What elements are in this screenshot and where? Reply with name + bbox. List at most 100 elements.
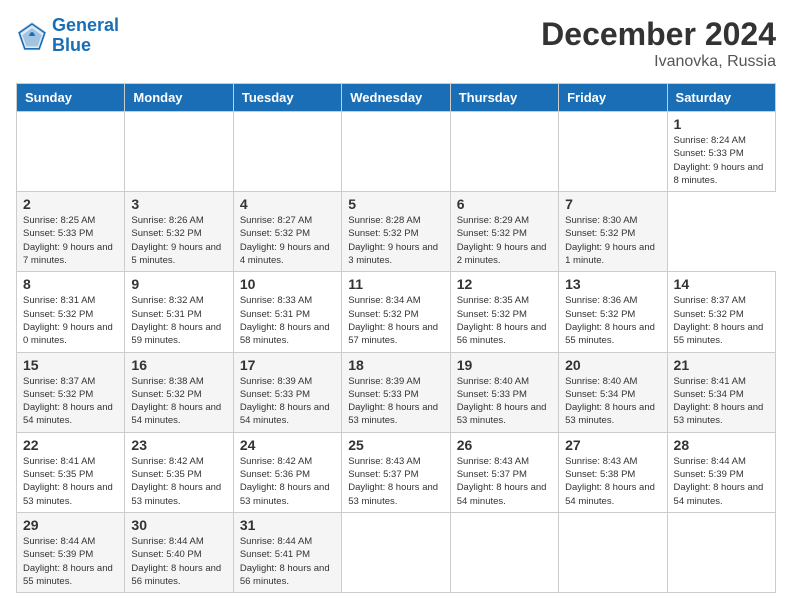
day-cell-3: 3 Sunrise: 8:26 AMSunset: 5:32 PMDaylight…: [125, 192, 233, 272]
day-number: 21: [674, 357, 769, 373]
day-cell-11: 11 Sunrise: 8:34 AMSunset: 5:32 PMDayligh…: [342, 272, 450, 352]
day-cell-25: 25 Sunrise: 8:43 AMSunset: 5:37 PMDayligh…: [342, 432, 450, 512]
empty-cell: [667, 512, 775, 592]
day-info: Sunrise: 8:37 AMSunset: 5:32 PMDaylight:…: [23, 375, 118, 428]
day-info: Sunrise: 8:41 AMSunset: 5:35 PMDaylight:…: [23, 455, 118, 508]
day-info: Sunrise: 8:26 AMSunset: 5:32 PMDaylight:…: [131, 214, 226, 267]
day-number: 25: [348, 437, 443, 453]
day-cell-17: 17Sunrise: 8:39 AMSunset: 5:33 PMDayligh…: [233, 352, 341, 432]
day-header-monday: Monday: [125, 84, 233, 112]
day-cell-4: 4 Sunrise: 8:27 AMSunset: 5:32 PMDaylight…: [233, 192, 341, 272]
day-cell-13: 13 Sunrise: 8:36 AMSunset: 5:32 PMDayligh…: [559, 272, 667, 352]
day-cell-24: 24Sunrise: 8:42 AMSunset: 5:36 PMDayligh…: [233, 432, 341, 512]
logo-text: General Blue: [52, 16, 119, 56]
day-cell-1: 1 Sunrise: 8:24 AMSunset: 5:33 PMDaylight…: [667, 112, 775, 192]
day-number: 18: [348, 357, 443, 373]
day-cell-20: 20 Sunrise: 8:40 AMSunset: 5:34 PMDayligh…: [559, 352, 667, 432]
day-header-tuesday: Tuesday: [233, 84, 341, 112]
day-cell-26: 26 Sunrise: 8:43 AMSunset: 5:37 PMDayligh…: [450, 432, 558, 512]
day-info: Sunrise: 8:40 AMSunset: 5:34 PMDaylight:…: [565, 375, 660, 428]
day-info: Sunrise: 8:38 AMSunset: 5:32 PMDaylight:…: [131, 375, 226, 428]
day-info: Sunrise: 8:35 AMSunset: 5:32 PMDaylight:…: [457, 294, 552, 347]
day-number: 12: [457, 276, 552, 292]
day-cell-22: 22 Sunrise: 8:41 AMSunset: 5:35 PMDayligh…: [17, 432, 125, 512]
day-cell-28: 28 Sunrise: 8:44 AMSunset: 5:39 PMDayligh…: [667, 432, 775, 512]
day-number: 9: [131, 276, 226, 292]
empty-cell: [559, 512, 667, 592]
day-cell-30: 30 Sunrise: 8:44 AMSunset: 5:40 PMDayligh…: [125, 512, 233, 592]
day-cell-2: 2 Sunrise: 8:25 AMSunset: 5:33 PMDaylight…: [17, 192, 125, 272]
day-header-thursday: Thursday: [450, 84, 558, 112]
day-number: 19: [457, 357, 552, 373]
day-number: 13: [565, 276, 660, 292]
day-info: Sunrise: 8:44 AMSunset: 5:39 PMDaylight:…: [674, 455, 769, 508]
week-row-5: 22 Sunrise: 8:41 AMSunset: 5:35 PMDayligh…: [17, 432, 776, 512]
day-info: Sunrise: 8:24 AMSunset: 5:33 PMDaylight:…: [674, 134, 769, 187]
day-info: Sunrise: 8:27 AMSunset: 5:32 PMDaylight:…: [240, 214, 335, 267]
day-number: 27: [565, 437, 660, 453]
day-number: 26: [457, 437, 552, 453]
day-number: 14: [674, 276, 769, 292]
day-info: Sunrise: 8:34 AMSunset: 5:32 PMDaylight:…: [348, 294, 443, 347]
day-info: Sunrise: 8:40 AMSunset: 5:33 PMDaylight:…: [457, 375, 552, 428]
day-info: Sunrise: 8:37 AMSunset: 5:32 PMDaylight:…: [674, 294, 769, 347]
day-number: 15: [23, 357, 118, 373]
day-number: 5: [348, 196, 443, 212]
empty-cell: [125, 112, 233, 192]
day-info: Sunrise: 8:43 AMSunset: 5:37 PMDaylight:…: [457, 455, 552, 508]
empty-cell: [17, 112, 125, 192]
day-number: 30: [131, 517, 226, 533]
day-info: Sunrise: 8:31 AMSunset: 5:32 PMDaylight:…: [23, 294, 118, 347]
month-title: December 2024: [541, 16, 776, 53]
day-info: Sunrise: 8:25 AMSunset: 5:33 PMDaylight:…: [23, 214, 118, 267]
day-number: 17: [240, 357, 335, 373]
title-section: December 2024 Ivanovka, Russia: [541, 16, 776, 71]
day-number: 28: [674, 437, 769, 453]
day-cell-7: 7Sunrise: 8:30 AMSunset: 5:32 PMDaylight…: [559, 192, 667, 272]
day-info: Sunrise: 8:42 AMSunset: 5:36 PMDaylight:…: [240, 455, 335, 508]
empty-cell: [450, 112, 558, 192]
day-number: 20: [565, 357, 660, 373]
day-info: Sunrise: 8:32 AMSunset: 5:31 PMDaylight:…: [131, 294, 226, 347]
day-cell-23: 23Sunrise: 8:42 AMSunset: 5:35 PMDayligh…: [125, 432, 233, 512]
week-row-3: 8Sunrise: 8:31 AMSunset: 5:32 PMDaylight…: [17, 272, 776, 352]
calendar-table: SundayMondayTuesdayWednesdayThursdayFrid…: [16, 83, 776, 593]
day-cell-10: 10Sunrise: 8:33 AMSunset: 5:31 PMDayligh…: [233, 272, 341, 352]
header: General Blue December 2024 Ivanovka, Rus…: [16, 16, 776, 71]
day-info: Sunrise: 8:43 AMSunset: 5:37 PMDaylight:…: [348, 455, 443, 508]
day-info: Sunrise: 8:28 AMSunset: 5:32 PMDaylight:…: [348, 214, 443, 267]
day-info: Sunrise: 8:43 AMSunset: 5:38 PMDaylight:…: [565, 455, 660, 508]
day-info: Sunrise: 8:30 AMSunset: 5:32 PMDaylight:…: [565, 214, 660, 267]
day-number: 16: [131, 357, 226, 373]
day-cell-18: 18Sunrise: 8:39 AMSunset: 5:33 PMDayligh…: [342, 352, 450, 432]
day-number: 1: [674, 116, 769, 132]
day-number: 29: [23, 517, 118, 533]
day-header-wednesday: Wednesday: [342, 84, 450, 112]
day-info: Sunrise: 8:44 AMSunset: 5:39 PMDaylight:…: [23, 535, 118, 588]
day-info: Sunrise: 8:33 AMSunset: 5:31 PMDaylight:…: [240, 294, 335, 347]
day-header-friday: Friday: [559, 84, 667, 112]
day-cell-5: 5 Sunrise: 8:28 AMSunset: 5:32 PMDaylight…: [342, 192, 450, 272]
week-row-2: 2 Sunrise: 8:25 AMSunset: 5:33 PMDaylight…: [17, 192, 776, 272]
day-cell-16: 16 Sunrise: 8:38 AMSunset: 5:32 PMDayligh…: [125, 352, 233, 432]
day-number: 6: [457, 196, 552, 212]
day-number: 4: [240, 196, 335, 212]
day-header-sunday: Sunday: [17, 84, 125, 112]
day-number: 3: [131, 196, 226, 212]
day-cell-31: 31Sunrise: 8:44 AMSunset: 5:41 PMDayligh…: [233, 512, 341, 592]
logo-icon: [16, 20, 48, 52]
week-row-4: 15 Sunrise: 8:37 AMSunset: 5:32 PMDayligh…: [17, 352, 776, 432]
day-cell-6: 6Sunrise: 8:29 AMSunset: 5:32 PMDaylight…: [450, 192, 558, 272]
location: Ivanovka, Russia: [541, 53, 776, 71]
day-cell-14: 14 Sunrise: 8:37 AMSunset: 5:32 PMDayligh…: [667, 272, 775, 352]
day-cell-8: 8Sunrise: 8:31 AMSunset: 5:32 PMDaylight…: [17, 272, 125, 352]
day-info: Sunrise: 8:44 AMSunset: 5:41 PMDaylight:…: [240, 535, 335, 588]
day-number: 11: [348, 276, 443, 292]
day-header-saturday: Saturday: [667, 84, 775, 112]
day-cell-21: 21Sunrise: 8:41 AMSunset: 5:34 PMDayligh…: [667, 352, 775, 432]
day-info: Sunrise: 8:36 AMSunset: 5:32 PMDaylight:…: [565, 294, 660, 347]
empty-cell: [342, 112, 450, 192]
day-number: 22: [23, 437, 118, 453]
day-info: Sunrise: 8:44 AMSunset: 5:40 PMDaylight:…: [131, 535, 226, 588]
day-number: 2: [23, 196, 118, 212]
